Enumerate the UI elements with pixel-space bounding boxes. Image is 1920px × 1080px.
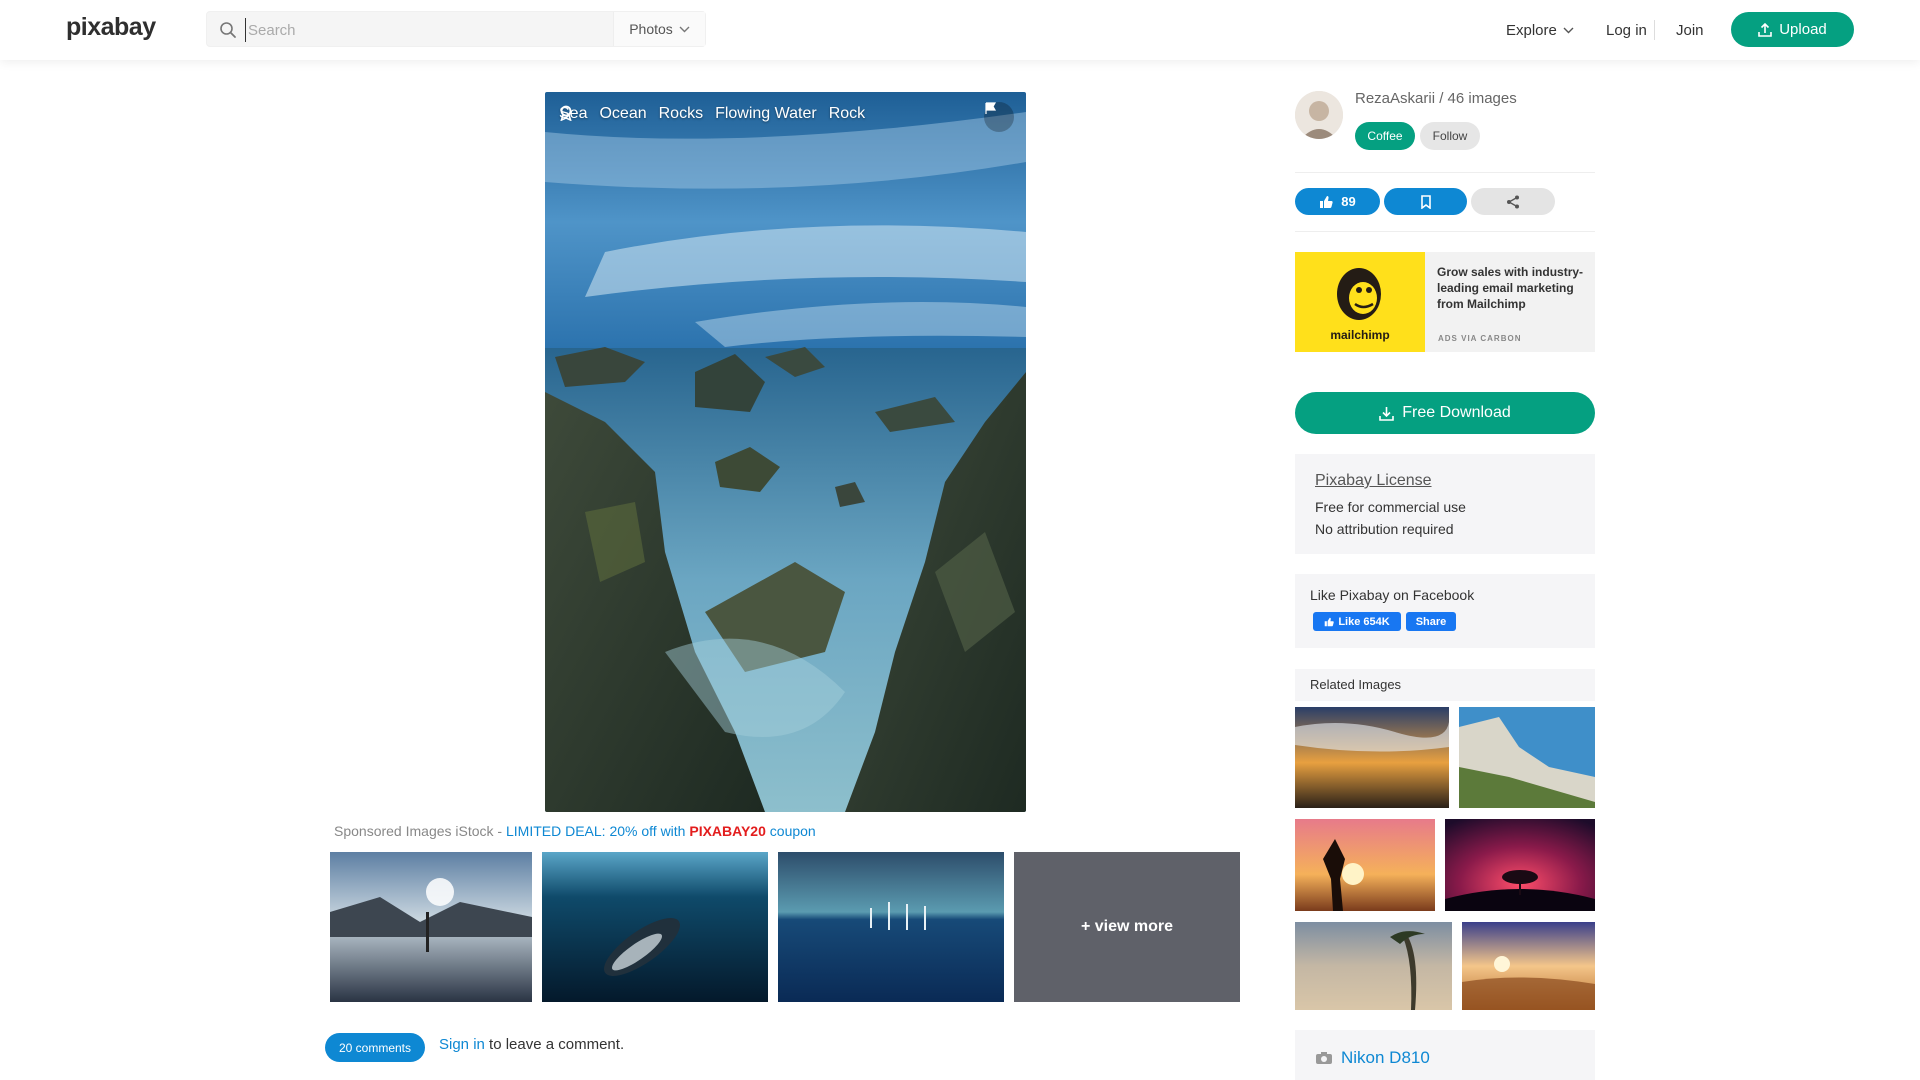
coupon-code[interactable]: PIXABAY20: [689, 823, 766, 839]
upload-icon: [1758, 22, 1773, 37]
related-image-1[interactable]: [1295, 707, 1449, 808]
related-image-6[interactable]: [1462, 922, 1595, 1010]
license-line-commercial: Free for commercial use: [1315, 499, 1466, 515]
facebook-like-button[interactable]: Like 654K: [1313, 612, 1401, 631]
thumbs-up-icon: [1320, 195, 1333, 208]
chevron-down-icon: [679, 26, 690, 32]
divider: [1295, 231, 1595, 232]
related-images-title: Related Images: [1310, 677, 1402, 692]
related-image-2[interactable]: [1459, 707, 1595, 808]
related-image-2-art: [1459, 707, 1595, 808]
follow-button[interactable]: Follow: [1420, 122, 1480, 150]
related-image-6-art: [1462, 922, 1595, 1010]
sponsored-line: Sponsored Images iStock - LIMITED DEAL: …: [334, 823, 816, 839]
search-input[interactable]: [245, 18, 545, 42]
camera-info: Nikon D810: [1295, 1030, 1595, 1080]
related-images-header: Related Images: [1295, 669, 1595, 701]
share-button[interactable]: [1471, 188, 1555, 215]
tag-rock[interactable]: Rock: [829, 105, 865, 123]
related-image-4[interactable]: [1445, 819, 1595, 911]
signin-link[interactable]: Sign in: [439, 1036, 485, 1053]
license-box: Pixabay License Free for commercial use …: [1295, 454, 1595, 554]
flag-icon: [985, 102, 997, 114]
sponsored-image-3[interactable]: [778, 852, 1004, 1002]
ad-via-carbon[interactable]: ADS VIA CARBON: [1438, 334, 1521, 343]
explore-label: Explore: [1506, 21, 1557, 39]
pixabay-logo[interactable]: pixabay: [66, 13, 156, 42]
bookmark-icon: [1420, 194, 1431, 209]
related-image-5-art: [1295, 922, 1452, 1010]
author-avatar-art: [1295, 91, 1343, 139]
divider: [1295, 172, 1595, 173]
license-line-attribution: No attribution required: [1315, 521, 1454, 537]
deal-link[interactable]: LIMITED DEAL: 20% off with: [506, 823, 689, 839]
facebook-title: Like Pixabay on Facebook: [1310, 587, 1475, 603]
tag-flowing-water[interactable]: Flowing Water: [715, 105, 817, 123]
camera-icon: [1316, 1052, 1332, 1064]
related-image-3-art: [1295, 819, 1435, 911]
search-icon: [220, 22, 236, 38]
ad-copy[interactable]: Grow sales with industry-leading email m…: [1437, 264, 1587, 312]
facebook-box: Like Pixabay on Facebook Like 654K Share: [1295, 574, 1595, 648]
camera-model-link[interactable]: Nikon D810: [1341, 1048, 1430, 1068]
tag-rocks[interactable]: Rocks: [659, 105, 703, 123]
thumbs-up-icon: [1325, 617, 1335, 626]
upload-button[interactable]: Upload: [1731, 12, 1854, 47]
share-icon: [1507, 195, 1519, 208]
main-photo-art: [545, 92, 1026, 812]
upload-label: Upload: [1779, 21, 1827, 38]
sponsored-image-3-art: [778, 852, 1004, 1002]
mailchimp-logo-icon: [1337, 268, 1381, 320]
search-bar: Photos: [206, 11, 706, 47]
free-download-label: Free Download: [1402, 404, 1511, 421]
report-button[interactable]: [984, 102, 1014, 132]
search-type-dropdown[interactable]: Photos: [613, 12, 705, 46]
save-button[interactable]: [1384, 188, 1467, 215]
image-tags: Sea Ocean Rocks Flowing Water Rock: [559, 105, 865, 123]
like-count: 89: [1341, 194, 1356, 209]
license-link[interactable]: Pixabay License: [1315, 472, 1432, 490]
related-image-4-art: [1445, 819, 1595, 911]
award-icon: [560, 105, 572, 121]
ad-logo: mailchimp: [1295, 252, 1425, 352]
sponsored-prefix: Sponsored Images iStock -: [334, 823, 506, 839]
sponsored-image-1-art: [330, 852, 532, 1002]
carbon-ad[interactable]: mailchimp Grow sales with industry-leadi…: [1295, 252, 1595, 352]
coupon-suffix[interactable]: coupon: [766, 823, 816, 839]
chevron-down-icon: [1563, 27, 1574, 33]
related-image-3[interactable]: [1295, 819, 1435, 911]
free-download-button[interactable]: Free Download: [1295, 392, 1595, 434]
tag-ocean[interactable]: Ocean: [599, 105, 646, 123]
coffee-button[interactable]: Coffee: [1355, 122, 1415, 150]
like-button[interactable]: 89: [1295, 188, 1380, 215]
sponsored-image-2-art: [542, 852, 768, 1002]
top-header: pixabay Photos Explore Log in Join Uploa…: [0, 0, 1920, 60]
explore-menu[interactable]: Explore: [1506, 0, 1574, 60]
comment-prompt-tail: to leave a comment.: [484, 1036, 625, 1053]
sponsored-image-2[interactable]: [542, 852, 768, 1002]
login-link[interactable]: Log in: [1606, 0, 1647, 60]
search-type-label: Photos: [629, 21, 673, 37]
author-avatar[interactable]: [1295, 91, 1343, 139]
facebook-share-button[interactable]: Share: [1406, 612, 1456, 631]
comment-prompt: Sign in to leave a comment.: [439, 1036, 624, 1053]
view-more-button[interactable]: + view more: [1014, 852, 1240, 1002]
main-photo[interactable]: Sea Ocean Rocks Flowing Water Rock: [545, 92, 1026, 812]
download-icon: [1379, 406, 1395, 421]
sponsored-image-1[interactable]: [330, 852, 532, 1002]
related-image-1-art: [1295, 707, 1449, 808]
ad-brand: mailchimp: [1330, 328, 1390, 342]
nav-divider: [1654, 20, 1655, 40]
facebook-like-label: Like 654K: [1338, 615, 1390, 628]
related-image-5[interactable]: [1295, 922, 1452, 1010]
join-link[interactable]: Join: [1676, 0, 1704, 60]
author-name[interactable]: RezaAskarii / 46 images: [1355, 90, 1517, 107]
comments-count-badge[interactable]: 20 comments: [325, 1033, 425, 1062]
